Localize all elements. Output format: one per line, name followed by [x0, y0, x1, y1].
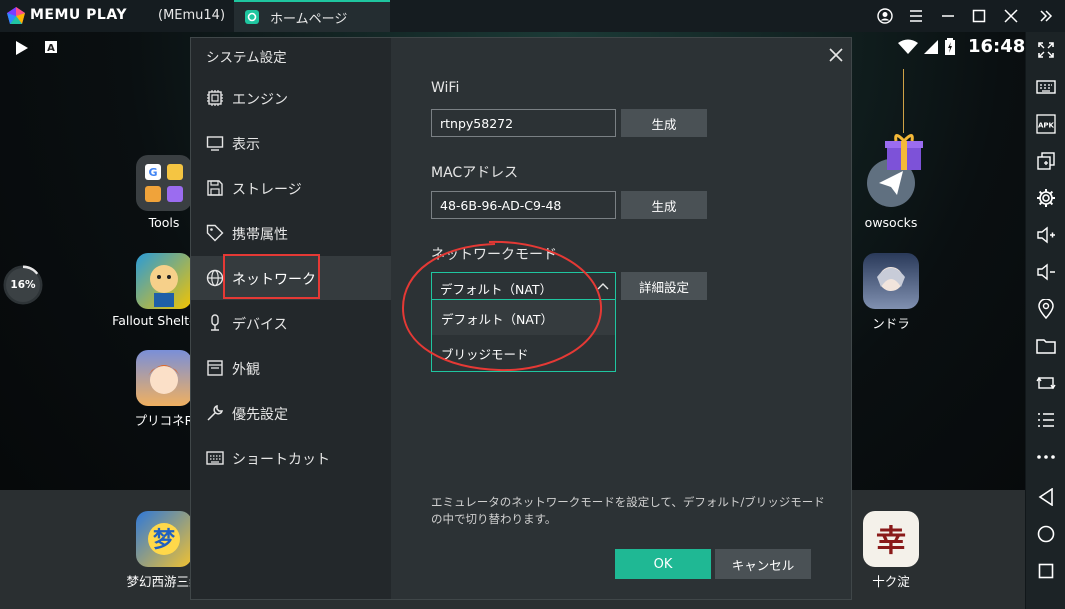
tools-folder-icon: G — [136, 155, 192, 211]
network-mode-highlight-ellipse — [401, 240, 603, 372]
cpu-usage-badge: 16% — [6, 268, 40, 302]
apk-icon[interactable]: APK — [1034, 112, 1058, 136]
mac-label: MACアドレス — [431, 165, 519, 181]
mac-field[interactable]: 48-6B-96-AD-C9-48 — [431, 191, 616, 219]
apk-label: APK — [1038, 122, 1055, 130]
nav-label: 携帯属性 — [232, 227, 288, 243]
keyboard-icon[interactable] — [1034, 75, 1058, 99]
wrench-icon — [207, 404, 224, 421]
advanced-settings-button[interactable]: 詳細設定 — [621, 272, 707, 300]
mac-generate-button[interactable]: 生成 — [621, 191, 707, 219]
gift-icon[interactable] — [884, 132, 924, 172]
shichiku-icon: 幸 — [863, 511, 919, 567]
location-icon[interactable] — [1034, 297, 1058, 321]
nav-label: ストレージ — [232, 182, 302, 198]
wifi-generate-button[interactable]: 生成 — [621, 109, 707, 137]
wifi-icon — [898, 39, 918, 54]
menghuan-icon: 梦 — [136, 511, 192, 567]
gift-string — [903, 69, 904, 133]
nav-item-device[interactable]: デバイス — [191, 301, 391, 345]
signal-icon — [924, 39, 938, 54]
globe-icon — [206, 269, 224, 287]
memu-logo-icon — [7, 7, 25, 24]
nav-label: 外観 — [232, 362, 260, 378]
account-icon[interactable] — [873, 4, 897, 28]
dialog-close-icon[interactable] — [825, 44, 847, 66]
settings-icon[interactable] — [1034, 186, 1058, 210]
save-icon — [207, 180, 223, 196]
menu-icon[interactable] — [904, 4, 928, 28]
close-icon[interactable] — [999, 4, 1023, 28]
notification-a-icon: A — [45, 41, 57, 54]
svg-text:A: A — [47, 43, 55, 54]
volume-up-icon[interactable] — [1034, 223, 1058, 247]
app-label: 十ク淀 — [872, 574, 910, 589]
clock: 16:48 — [968, 36, 1026, 57]
tab-home-label: ホームページ — [270, 11, 348, 27]
multi-window-icon[interactable] — [1034, 149, 1058, 173]
settings-nav: システム設定 エンジン 表示 ストレージ 携帯属性 ネットワーク デバイス 外観 — [191, 38, 391, 599]
fallout-shelter-icon — [136, 253, 192, 309]
recent-apps-icon[interactable] — [1034, 559, 1058, 583]
home-icon[interactable] — [1034, 522, 1058, 546]
wifi-field[interactable]: rtnpy58272 — [431, 109, 616, 137]
maximize-icon[interactable] — [967, 4, 991, 28]
back-icon[interactable] — [1034, 485, 1058, 509]
nav-item-engine[interactable]: エンジン — [191, 76, 391, 120]
app-shichiku[interactable]: 幸 十ク淀 — [836, 511, 946, 590]
folder-icon[interactable] — [1034, 334, 1058, 358]
collapse-icon[interactable] — [1033, 4, 1057, 28]
nav-item-shortcuts[interactable]: ショートカット — [191, 436, 391, 480]
battery-icon — [945, 37, 955, 55]
nav-item-appearance[interactable]: 外観 — [191, 346, 391, 390]
more-icon[interactable] — [1034, 445, 1058, 469]
wifi-label: WiFi — [431, 80, 460, 96]
nav-item-display[interactable]: 表示 — [191, 121, 391, 165]
app-pandora[interactable]: ンドラ — [836, 253, 946, 332]
monitor-icon — [206, 136, 224, 151]
app-label: ンドラ — [872, 316, 910, 331]
network-highlight-box — [223, 254, 320, 299]
play-store-icon — [16, 41, 28, 55]
nav-item-preferences[interactable]: 優先設定 — [191, 391, 391, 435]
pandora-icon — [863, 253, 919, 309]
keyboard-icon — [206, 451, 224, 465]
svg-text:幸: 幸 — [876, 524, 906, 559]
system-settings-dialog: システム設定 エンジン 表示 ストレージ 携帯属性 ネットワーク デバイス 外観 — [190, 37, 852, 600]
status-bar-right: 16:48 — [898, 36, 1025, 57]
priconne-icon — [136, 350, 192, 406]
nav-item-phone-properties[interactable]: 携帯属性 — [191, 211, 391, 255]
svg-text:G: G — [148, 166, 157, 179]
nav-label: ショートカット — [232, 452, 330, 468]
right-toolbar: APK — [1025, 32, 1065, 609]
ok-button[interactable]: OK — [615, 549, 711, 579]
nav-item-storage[interactable]: ストレージ — [191, 166, 391, 210]
cpu-icon — [207, 90, 223, 106]
volume-down-icon[interactable] — [1034, 260, 1058, 284]
fullscreen-icon[interactable] — [1034, 38, 1058, 62]
minimize-icon[interactable] — [936, 4, 960, 28]
microphone-icon — [211, 314, 219, 331]
rotate-icon[interactable] — [1034, 371, 1058, 395]
title-bar: MEMU PLAY (MEmu14) ホームページ — [0, 0, 1065, 32]
instance-name: (MEmu14) — [158, 8, 226, 23]
nav-label: エンジン — [232, 92, 288, 108]
app-label: owsocks — [864, 215, 918, 230]
svg-text:梦: 梦 — [153, 527, 176, 553]
nav-label: 表示 — [232, 137, 260, 153]
dialog-title: システム設定 — [206, 50, 287, 66]
list-icon[interactable] — [1034, 408, 1058, 432]
home-tab-icon — [245, 10, 259, 24]
network-mode-description: エミュレータのネットワークモードを設定して、デフォルト/ブリッジモードの中で切り… — [431, 495, 825, 526]
tag-icon — [206, 224, 224, 242]
nav-label: デバイス — [232, 317, 288, 333]
nav-label: 優先設定 — [232, 407, 288, 423]
cancel-button[interactable]: キャンセル — [715, 549, 811, 579]
tab-home[interactable]: ホームページ — [234, 0, 390, 32]
brand-name: MEMU PLAY — [30, 7, 127, 23]
window-icon — [207, 360, 223, 376]
